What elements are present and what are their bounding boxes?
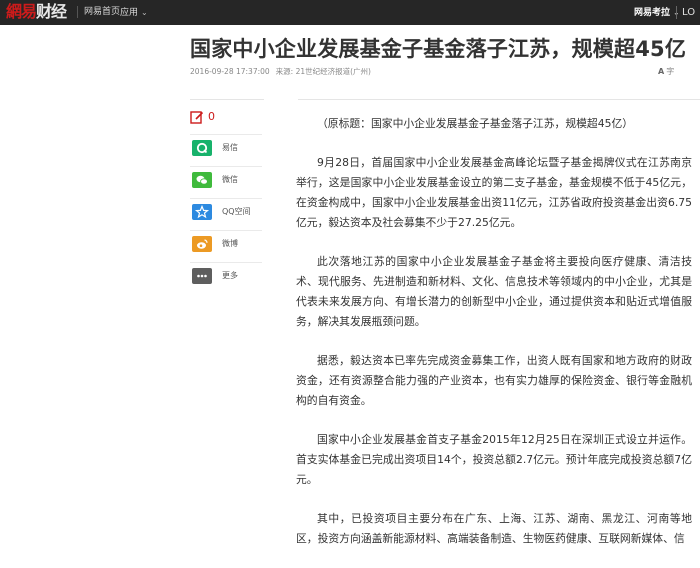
nav-apps-menu[interactable]: 应用 ⌄ [120, 0, 148, 26]
article-paragraph: 9月28日，首届国家中小企业发展基金高峰论坛暨子基金揭牌仪式在江苏南京举行，这是… [296, 156, 692, 229]
article-paragraph: （原标题：国家中小企业发展基金子基金落子江苏，规模超45亿） [317, 117, 634, 130]
share-wechat[interactable]: 微信 [190, 166, 262, 193]
font-size-control[interactable]: A字 [658, 66, 674, 77]
article-title: 国家中小企业发展基金子基金落子江苏，规模超45亿 [190, 37, 687, 61]
top-nav-bar: 網易财经 网易首页 应用⌄ 网易考拉⌄ LO [0, 0, 700, 25]
edit-comment-icon [190, 111, 204, 124]
font-size-label: 字 [666, 67, 675, 76]
article-body: （原标题：国家中小企业发展基金子基金落子江苏，规模超45亿） 9月28日，首届国… [296, 114, 692, 568]
wechat-icon [192, 172, 212, 188]
article-paragraph: 据悉，毅达资本已率先完成资金募集工作，出资人既有国家和地方政府的财政资金，还有资… [296, 354, 692, 407]
share-label: QQ空间 [222, 207, 251, 216]
comment-count: 0 [208, 110, 215, 123]
site-logo[interactable]: 網易财经 [6, 2, 67, 22]
article-paragraph: 国家中小企业发展基金首支子基金2015年12月25日在深圳正式设立并运作。首支实… [296, 433, 692, 486]
publish-time: 2016-09-28 17:37:00 [190, 67, 270, 76]
login-link[interactable]: LO [682, 0, 695, 25]
divider [298, 99, 700, 100]
share-weibo[interactable]: 微博 [190, 230, 262, 257]
qzone-icon [192, 204, 212, 220]
divider [190, 99, 264, 100]
logo-netease: 網易 [6, 2, 37, 21]
share-label: 易信 [222, 143, 238, 152]
article-paragraph: 此次落地江苏的国家中小企业发展基金子基金将主要投向医疗健康、清洁技术、现代服务、… [296, 255, 692, 328]
share-more[interactable]: 更多 [190, 262, 262, 289]
nav-kaola-menu[interactable]: 网易考拉⌄ [634, 0, 680, 26]
nav-divider [77, 6, 78, 18]
share-yixin[interactable]: 易信 [190, 134, 262, 161]
share-qzone[interactable]: QQ空间 [190, 198, 262, 225]
article-source[interactable]: 来源: 21世纪经济报道(广州) [276, 67, 371, 76]
chevron-down-icon: ⌄ [141, 8, 148, 17]
article-meta: 2016-09-28 17:37:00 来源: 21世纪经济报道(广州) [190, 66, 371, 77]
nav-kaola-label: 网易考拉 [634, 8, 671, 18]
share-label: 微博 [222, 239, 238, 248]
logo-finance: 财经 [36, 2, 67, 21]
font-size-icon: A [658, 67, 665, 76]
more-icon [192, 268, 212, 284]
nav-link-home[interactable]: 网易首页 [84, 0, 120, 25]
share-label: 微信 [222, 175, 238, 184]
comment-count-link[interactable]: 0 [190, 108, 262, 128]
weibo-icon [192, 236, 212, 252]
article-paragraph: 其中，已投资项目主要分布在广东、上海、江苏、湖南、黑龙江、河南等地区，投资方向涵… [296, 512, 692, 545]
share-label: 更多 [222, 271, 238, 280]
yixin-icon [192, 140, 212, 156]
nav-divider [676, 6, 677, 19]
nav-apps-label: 应用 [120, 8, 139, 18]
